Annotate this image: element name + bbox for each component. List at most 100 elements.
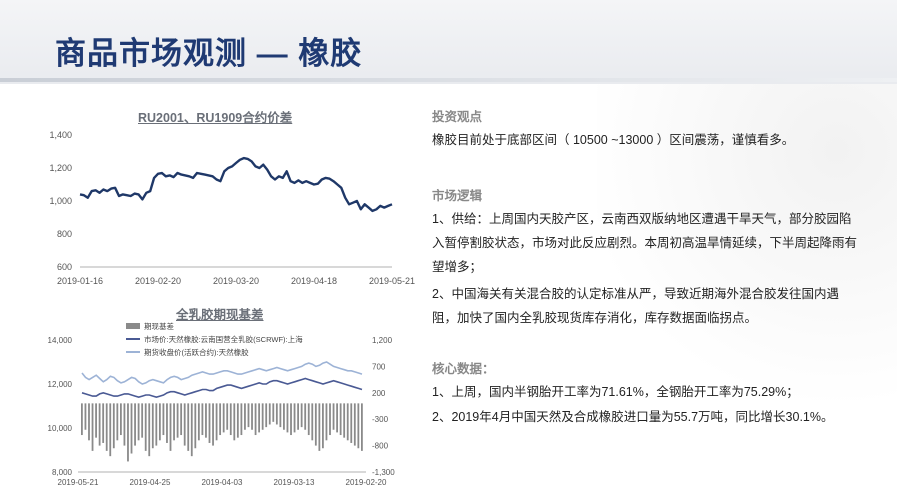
chart2-basis-bar (240, 403, 243, 436)
chart2-legend-label: 市场价:天然橡胶:云南国营全乳胶(SCRWF):上海 (144, 334, 303, 344)
chart2-basis-bar (353, 403, 356, 446)
chart2-basis-chart: 8,000 10,000 12,000 14,000 -1,300 -800 -300 200… (48, 321, 396, 487)
chart2-basis-bar (286, 403, 289, 433)
chart2-basis-bar (236, 403, 239, 438)
chart2-basis-bar (91, 403, 94, 451)
chart2-basis-bar (81, 403, 83, 436)
chart2-basis-bar (173, 403, 175, 441)
chart1-xtick-label: 2019-05-21 (369, 276, 415, 286)
chart2-basis-bar (290, 403, 292, 436)
chart2-basis-bar (194, 403, 197, 449)
chart2-basis-bar (134, 403, 136, 446)
chart2-basis-bar (339, 403, 342, 436)
chart2-basis-bar (116, 403, 119, 441)
chart2-basis-bar (98, 403, 101, 446)
chart2-basis-bar (332, 403, 335, 430)
chart2-basis-bar (190, 403, 193, 457)
chart2-basis-bar (183, 403, 186, 446)
chart2-basis-bar (208, 403, 211, 443)
chart2-basis-bar (346, 403, 349, 441)
chart2-basis-bar (212, 403, 214, 446)
chart2-basis-bar (148, 403, 151, 457)
chart1-title: RU2001、RU1909合约价差 (138, 111, 293, 125)
chart2-xtick-label: 2019-04-25 (130, 478, 171, 487)
chart2-left-ytick-label: 8,000 (52, 468, 73, 477)
chart2-basis-bar (112, 403, 115, 449)
chart2-basis-bar (343, 403, 346, 438)
chart2-basis-bar (180, 403, 183, 436)
chart2-basis-bar (205, 403, 207, 438)
chart2-basis-bar (350, 403, 353, 443)
chart1-spread-line (79, 156, 393, 213)
chart2-basis-bar (322, 403, 324, 449)
chart2-xtick-label: 2019-02-20 (346, 478, 387, 487)
chart2-basis-bar (197, 403, 200, 441)
legend-swatch-basis (126, 323, 140, 329)
chart2-legend-label: 期货收盘价(活跃合约):天然橡胶 (144, 347, 249, 357)
chart2-basis-bar (201, 403, 204, 436)
chart2-basis-bar (357, 403, 360, 449)
chart2-basis-bar (144, 403, 147, 451)
chart2-basis-bar (123, 403, 126, 446)
chart2-basis-bar (130, 403, 133, 454)
core-data-paragraph-2: 2、2019年4月中国天然及合成橡胶进口量为55.7万吨，同比增长30.1%。 (432, 410, 834, 424)
chart2-xtick-label: 2019-03-13 (274, 478, 315, 487)
chart2-basis-bar (229, 403, 232, 436)
chart2-basis-bar (127, 403, 129, 462)
chart2-basis-bar (261, 403, 264, 430)
chart2-basis-bar (275, 403, 278, 425)
chart2-basis-bar (325, 403, 328, 441)
chart2-right-ytick-label: 700 (372, 362, 386, 371)
chart2-basis-bar (318, 403, 321, 451)
chart2-basis-bar (272, 403, 275, 422)
chart2-basis-bar (141, 403, 144, 438)
chart2-basis-bar (258, 403, 261, 433)
header-divider (0, 78, 897, 82)
chart2-basis-bar (226, 403, 229, 430)
chart2-basis-bar (268, 403, 271, 425)
chart2-basis-bar (233, 403, 236, 441)
chart2-right-ytick-label: -1,300 (372, 468, 395, 477)
chart2-basis-bar (329, 403, 331, 436)
section-core-data-title: 核心数据： (432, 362, 495, 376)
market-logic-paragraph-2: 2、中国海关有关混合胶的认定标准从严，导致近期海外混合胶发往国内遇阻，加快了国内… (432, 287, 839, 325)
chart1-ytick-label: 1,200 (49, 163, 72, 173)
chart2-right-ytick-label: 200 (372, 389, 386, 398)
chart1-ytick-label: 1,400 (49, 130, 72, 140)
chart2-basis-bar (361, 403, 363, 451)
chart2-left-ytick-label: 14,000 (48, 336, 73, 345)
chart2-basis-bar (88, 403, 90, 441)
chart2-basis-bar (119, 403, 122, 436)
chart2-basis-bar (166, 403, 168, 443)
chart2-basis-bar (307, 403, 310, 436)
chart2-right-ytick-label: -800 (372, 442, 389, 451)
chart1-xtick-label: 2019-02-20 (135, 276, 181, 286)
chart2-basis-bar (155, 403, 158, 446)
chart1-ytick-label: 1,000 (49, 196, 72, 206)
chart2-left-ytick-label: 12,000 (48, 380, 73, 389)
chart2-basis-bar (265, 403, 268, 428)
chart2-basis-bar (109, 403, 112, 457)
chart2-basis-bar (151, 403, 154, 449)
chart2-right-ytick-label: 1,200 (372, 336, 393, 345)
chart2-basis-bar (176, 403, 179, 438)
chart2-basis-bar (279, 403, 282, 428)
chart2-basis-bar (222, 403, 225, 433)
section-market-logic-title: 市场逻辑 (432, 189, 483, 203)
chart2-basis-bar (162, 403, 165, 436)
chart2-basis-bar (251, 403, 253, 430)
chart2-basis-bar (137, 403, 140, 441)
chart2-basis-bar (169, 403, 172, 451)
chart2-basis-bar (187, 403, 190, 451)
chart2-basis-bar (247, 403, 250, 428)
chart2-basis-bar (283, 403, 285, 430)
chart2-legend-label: 期现基差 (144, 321, 174, 331)
chart2-basis-bar (102, 403, 105, 443)
core-data-paragraph-1: 1、上周，国内半钢胎开工率为71.61%，全钢胎开工率为75.29%； (432, 385, 799, 399)
chart1-xtick-label: 2019-01-16 (57, 276, 103, 286)
chart1-xtick-label: 2019-04-18 (291, 276, 337, 286)
chart1-ytick-label: 800 (57, 229, 72, 239)
chart2-basis-bar (293, 403, 296, 433)
section-investment-view-title: 投资观点 (432, 110, 483, 124)
market-logic-paragraph-1: 1、供给：上周国内天胶产区，云南西双版纳地区遭遇干旱天气，部分胶园陷入暂停割胶状… (432, 212, 858, 274)
